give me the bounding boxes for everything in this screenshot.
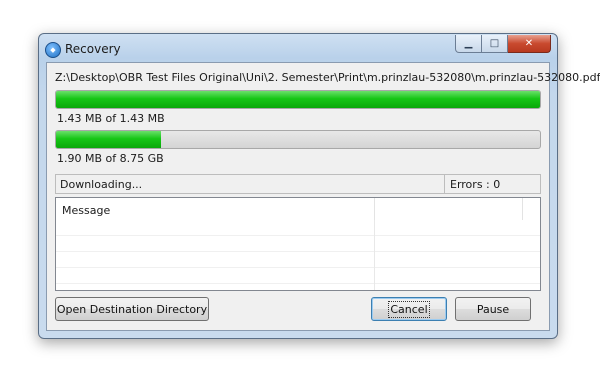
message-list[interactable]: Message [55, 197, 541, 291]
close-button[interactable]: ✕ [508, 35, 551, 53]
recovery-window: ◆ Recovery ▁ □ ✕ Z:\Desktop\OBR Test Fil… [38, 33, 600, 339]
dialog-content: Z:\Desktop\OBR Test Files Original\Uni\2… [46, 62, 600, 331]
open-destination-directory-button[interactable]: Open Destination Directory [55, 297, 209, 321]
app-logo-icon: ◆ [45, 42, 61, 58]
open-destination-label: Open Destination Directory [56, 302, 208, 316]
title-bar[interactable]: ◆ Recovery ▁ □ ✕ [39, 34, 557, 62]
close-icon: ✕ [524, 38, 534, 49]
status-text: Downloading... [60, 178, 143, 191]
window-controls: ▁ □ ✕ [455, 35, 551, 53]
status-divider [444, 175, 445, 193]
status-bar: Downloading... Errors : 0 [55, 174, 541, 194]
minimize-button[interactable]: ▁ [455, 35, 482, 53]
window-title: Recovery [65, 42, 121, 56]
file-size-progress: 1.43 MB of 1.43 MB [57, 112, 165, 125]
message-list-body [56, 220, 540, 290]
overall-progress-fill [56, 131, 162, 148]
file-progress-bar [55, 90, 541, 109]
current-file-path: Z:\Desktop\OBR Test Files Original\Uni\2… [55, 71, 600, 84]
overall-progress-bar [55, 130, 541, 149]
maximize-icon: □ [489, 38, 500, 49]
column-gridline [374, 220, 375, 290]
pause-button[interactable]: Pause [455, 297, 531, 321]
cancel-button[interactable]: Cancel [371, 297, 447, 321]
file-progress-fill [56, 91, 540, 108]
errors-count: Errors : 0 [450, 178, 501, 191]
message-list-header: Message [56, 198, 540, 221]
maximize-button[interactable]: □ [482, 35, 508, 53]
column-separator[interactable] [374, 198, 375, 220]
cancel-label: Cancel [388, 300, 430, 318]
column-separator[interactable] [522, 198, 523, 220]
minimize-icon: ▁ [464, 38, 473, 49]
column-header-message[interactable]: Message [62, 204, 110, 217]
pause-label: Pause [476, 302, 510, 316]
overall-size-progress: 1.90 MB of 8.75 GB [57, 152, 164, 165]
